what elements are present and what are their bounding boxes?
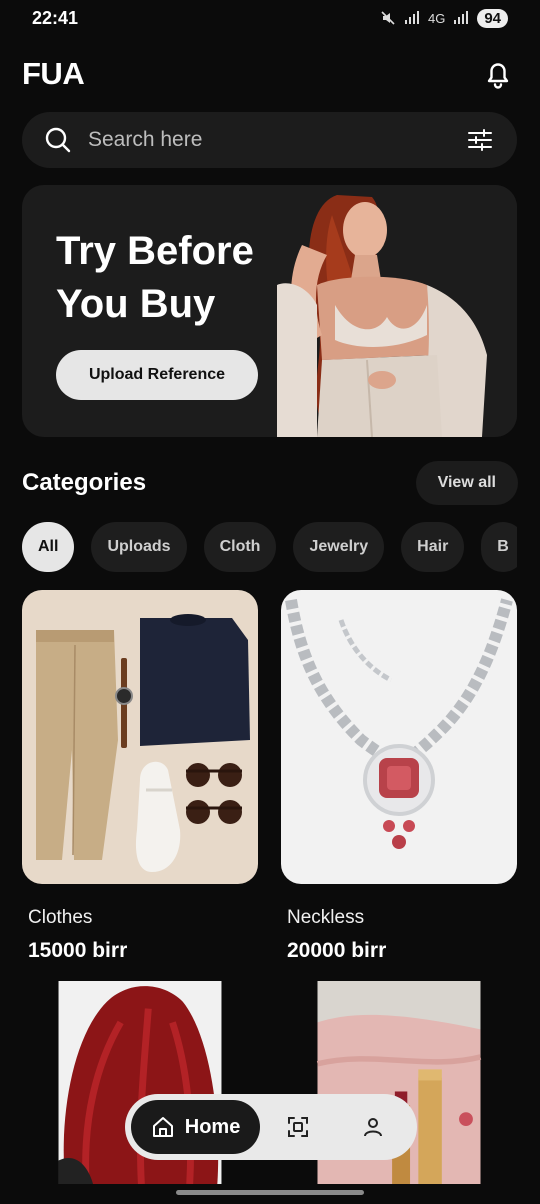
sliders-icon	[468, 129, 492, 151]
product-price: 15000 birr	[28, 939, 128, 962]
battery-indicator: 94	[477, 8, 508, 28]
chip-cloth[interactable]: Cloth	[203, 522, 277, 572]
upload-reference-button[interactable]: Upload Reference	[56, 350, 258, 400]
chip-jewelry[interactable]: Jewelry	[293, 522, 385, 572]
nav-scan[interactable]	[260, 1100, 335, 1154]
search-icon	[45, 127, 71, 153]
bottom-nav: Home	[125, 1094, 417, 1160]
status-icons: 4G 94	[380, 8, 508, 28]
bell-icon	[487, 63, 509, 89]
status-bar: 22:41 4G 94	[0, 0, 540, 36]
hero-banner: Try Before You Buy Upload Reference	[22, 185, 517, 437]
product-price: 20000 birr	[287, 939, 387, 962]
chip-all[interactable]: All	[22, 522, 75, 572]
app-logo: FUA	[22, 56, 85, 91]
product-card[interactable]: Neckless 20000 birr	[281, 590, 517, 963]
mute-icon	[381, 11, 395, 25]
nav-home-label: Home	[184, 1115, 241, 1138]
nav-home[interactable]: Home	[131, 1100, 261, 1154]
search-input[interactable]	[88, 128, 465, 152]
chip-b[interactable]: B	[481, 522, 517, 572]
nav-profile[interactable]	[336, 1100, 411, 1154]
chip-hair[interactable]: Hair	[401, 522, 465, 572]
scan-icon	[287, 1117, 308, 1137]
user-icon	[364, 1118, 383, 1137]
signal-icon-2	[454, 11, 469, 24]
signal-icon	[404, 11, 419, 24]
categories-header: Categories View all	[22, 460, 518, 506]
product-name: Neckless	[287, 907, 365, 928]
category-chips: All Uploads Cloth Jewelry Hair B	[22, 522, 517, 572]
hero-title: Try Before You Buy	[56, 229, 254, 326]
status-time: 22:41	[32, 7, 79, 28]
network-type: 4G	[427, 10, 446, 26]
product-name: Clothes	[28, 907, 93, 928]
product-image-necklace	[281, 590, 517, 884]
product-card[interactable]: Clothes 15000 birr	[22, 590, 258, 963]
hero-model-image	[277, 185, 517, 437]
notifications-button[interactable]	[478, 54, 518, 94]
home-indicator[interactable]	[176, 1190, 364, 1195]
home-icon	[152, 1117, 173, 1137]
app-header: FUA	[22, 54, 518, 94]
product-image-clothes	[22, 590, 258, 884]
filter-button[interactable]	[465, 125, 495, 155]
view-all-button[interactable]: View all	[415, 461, 518, 505]
categories-title: Categories	[22, 469, 147, 496]
chip-uploads[interactable]: Uploads	[91, 522, 187, 572]
search-bar	[22, 112, 517, 168]
